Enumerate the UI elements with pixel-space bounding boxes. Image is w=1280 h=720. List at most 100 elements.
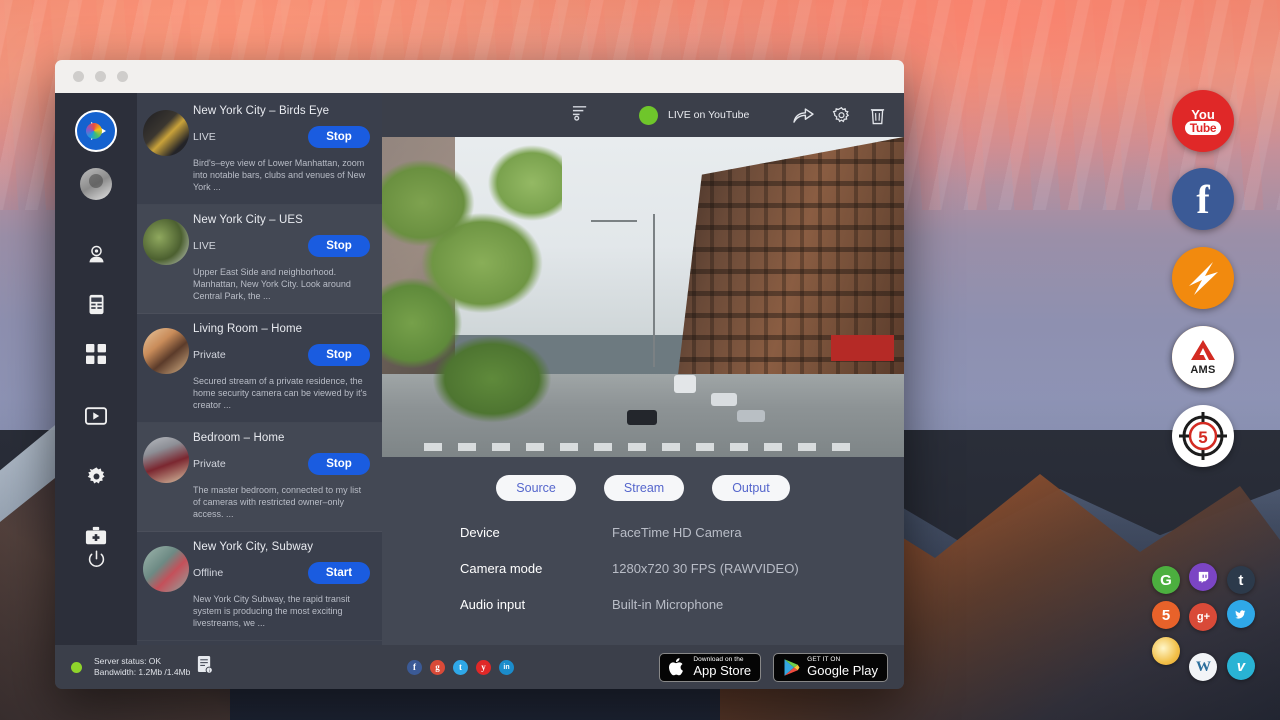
server-status-dot <box>71 662 82 673</box>
desktop-icon-tumblr[interactable]: t <box>1227 566 1255 594</box>
window-titlebar[interactable] <box>55 60 904 93</box>
desktop-icon-flickr[interactable] <box>1152 637 1180 665</box>
video-crosswalk <box>424 443 862 451</box>
video-trees <box>382 143 562 433</box>
tab-stream[interactable]: Stream <box>604 475 684 501</box>
server-status-group: Server status: OK Bandwidth: 1.2Mb /1.4M… <box>71 655 383 679</box>
document-info-icon: i <box>196 655 213 674</box>
camera-status-row: LIVE Stop <box>193 126 370 148</box>
settings-button[interactable] <box>832 106 851 125</box>
desktop-icon-twitter[interactable] <box>1227 600 1255 628</box>
video-buildings-right <box>674 137 904 406</box>
share-button[interactable] <box>793 106 814 124</box>
desktop-icon-vimeo[interactable]: v <box>1227 652 1255 680</box>
camera-action-button[interactable]: Stop <box>308 126 370 148</box>
sidebar-item-apps[interactable] <box>76 334 116 374</box>
youtube-icon[interactable]: y <box>476 660 491 675</box>
twitter-glyph: t <box>459 662 462 672</box>
gplus-glyph: g <box>435 662 440 672</box>
google-plus-icon[interactable]: g <box>430 660 445 675</box>
sidebar-item-device[interactable] <box>76 284 116 324</box>
sidebar-item-settings[interactable] <box>76 456 116 496</box>
store-badges: Download on the App Store GET IT ON Goog… <box>659 653 888 682</box>
camera-status: LIVE <box>193 240 216 252</box>
google-play-badge[interactable]: GET IT ON Google Play <box>773 653 888 682</box>
sidebar-item-video[interactable] <box>76 396 116 436</box>
camera-name: New York City – UES <box>193 214 370 226</box>
desktop-icon-5[interactable]: 5 <box>1152 601 1180 629</box>
status-bar: Server status: OK Bandwidth: 1.2Mb /1.4M… <box>55 645 904 689</box>
camera-status-row: Private Stop <box>193 344 370 366</box>
camera-list-panel: New York City – Birds Eye LIVE Stop Bird… <box>137 93 382 645</box>
gear-icon <box>832 106 851 125</box>
sidebar-item-camera[interactable] <box>76 234 116 274</box>
camera-description: The master bedroom, connected to my list… <box>193 484 370 520</box>
window-minimize-button[interactable] <box>95 71 106 82</box>
camera-action-button[interactable]: Stop <box>308 453 370 475</box>
delete-button[interactable] <box>869 106 886 125</box>
video-car <box>737 410 765 422</box>
spec-label: Camera mode <box>460 561 612 576</box>
spec-row-device: Device FaceTime HD Camera <box>460 525 904 540</box>
avatar[interactable] <box>80 168 112 200</box>
spec-label: Audio input <box>460 597 612 612</box>
linkedin-icon[interactable]: in <box>499 660 514 675</box>
facebook-icon[interactable]: f <box>407 660 422 675</box>
list-item[interactable]: New York City, Subway Offline Start New … <box>137 532 382 641</box>
twitter-icon[interactable]: t <box>453 660 468 675</box>
camera-action-button[interactable]: Start <box>308 562 370 584</box>
video-car <box>627 410 657 425</box>
camera-name: New York City – Birds Eye <box>193 105 370 117</box>
app-logo[interactable] <box>75 110 117 152</box>
play-triangle-icon <box>783 658 800 677</box>
desktop-icon-googleplus[interactable]: g+ <box>1189 603 1217 631</box>
live-indicator-dot <box>639 106 658 125</box>
lightning-bolt-icon <box>1180 255 1226 301</box>
camera-action-button[interactable]: Stop <box>308 344 370 366</box>
list-item[interactable]: New York City – UES LIVE Stop Upper East… <box>137 205 382 314</box>
adobe-a-icon <box>1190 339 1216 361</box>
grid-apps-icon <box>86 344 106 364</box>
camera-name: New York City, Subway <box>193 541 370 553</box>
desktop-icon-wowza-real[interactable] <box>1172 247 1234 309</box>
facebook-glyph: f <box>413 662 416 672</box>
app-store-text: Download on the App Store <box>693 657 751 677</box>
video-car <box>711 393 737 406</box>
list-item[interactable]: Living Room – Home Private Stop Secured … <box>137 314 382 423</box>
document-info-button[interactable]: i <box>196 655 213 679</box>
desktop-icon-wordpress[interactable]: W <box>1189 653 1217 681</box>
live-status-label: LIVE on YouTube <box>668 109 749 121</box>
tab-output[interactable]: Output <box>712 475 790 501</box>
camera-status: Offline <box>193 567 223 579</box>
bandwidth-label: Bandwidth: 1.2Mb /1.4Mb <box>94 667 190 678</box>
wordpress-glyph: W <box>1196 659 1211 676</box>
spec-value: 1280x720 30 FPS (RAWVIDEO) <box>612 561 799 576</box>
spec-row-camera-mode: Camera mode 1280x720 30 FPS (RAWVIDEO) <box>460 561 904 576</box>
desktop-icon-facebook[interactable]: f <box>1172 168 1234 230</box>
filter-button[interactable] <box>572 104 589 126</box>
tab-source[interactable]: Source <box>496 475 576 501</box>
desktop-icon-target5[interactable]: 5 <box>1172 405 1234 467</box>
video-preview[interactable] <box>382 137 904 457</box>
five-glyph: 5 <box>1162 607 1170 624</box>
sidebar-item-power[interactable] <box>76 539 116 579</box>
svg-text:5: 5 <box>1198 428 1207 447</box>
app-store-badge[interactable]: Download on the App Store <box>659 653 761 682</box>
g-glyph: G <box>1160 572 1172 589</box>
window-maximize-button[interactable] <box>117 71 128 82</box>
filter-sliders-icon <box>572 104 589 121</box>
desktop-icon-twitch[interactable] <box>1189 563 1217 591</box>
camera-thumbnail <box>143 437 189 483</box>
camera-action-button[interactable]: Stop <box>308 235 370 257</box>
window-close-button[interactable] <box>73 71 84 82</box>
spec-value: Built-in Microphone <box>612 597 723 612</box>
list-item[interactable]: Bedroom – Home Private Stop The master b… <box>137 423 382 532</box>
camera-description: New York City Subway, the rapid transit … <box>193 593 370 629</box>
camera-list[interactable]: New York City – Birds Eye LIVE Stop Bird… <box>137 93 382 645</box>
desktop-icon-adobe-ams[interactable]: AMS <box>1172 326 1234 388</box>
list-item[interactable]: New York City – Birds Eye LIVE Stop Bird… <box>137 96 382 205</box>
camera-name: Living Room – Home <box>193 323 370 335</box>
desktop-icon-youtube[interactable]: You Tube <box>1172 90 1234 152</box>
gplus-glyph: g+ <box>1197 611 1210 623</box>
desktop-icon-g[interactable]: G <box>1152 566 1180 594</box>
